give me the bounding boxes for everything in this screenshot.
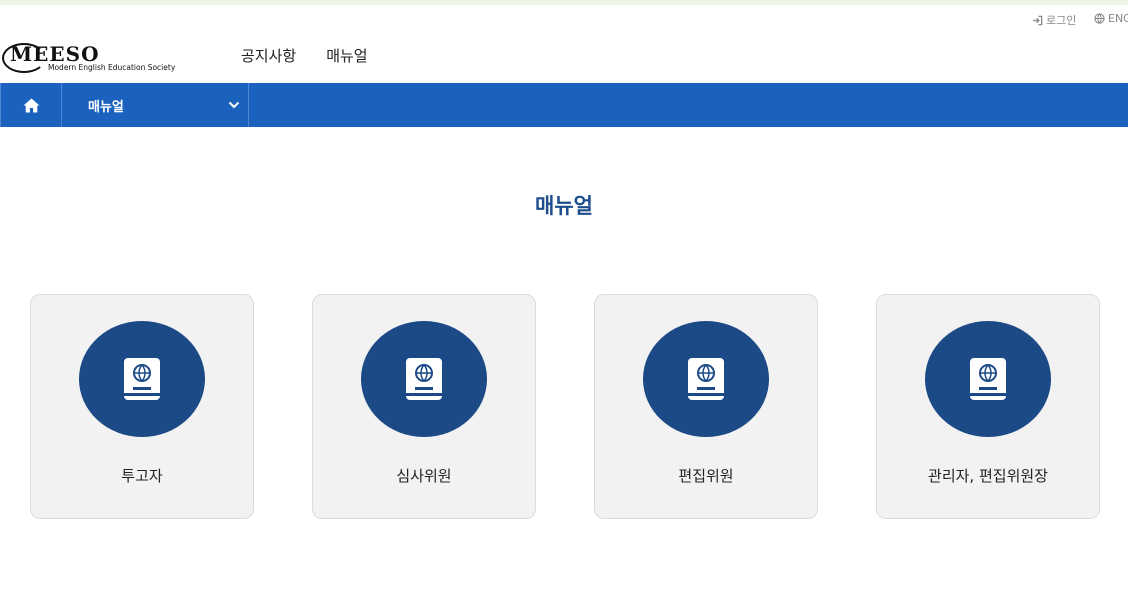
manual-book-icon <box>124 358 160 400</box>
card-label: 투고자 <box>121 467 163 485</box>
logo-subtitle: Modern English Education Society <box>48 63 176 72</box>
card-label: 편집위원 <box>678 467 734 485</box>
card-label: 관리자, 편집위원장 <box>928 467 1048 485</box>
manual-card-editor[interactable]: 편집위원 <box>594 294 818 519</box>
icon-circle <box>79 321 205 437</box>
manual-card-reviewer[interactable]: 심사위원 <box>312 294 536 519</box>
login-icon <box>1032 15 1043 25</box>
manual-book-icon <box>688 358 724 400</box>
card-label: 심사위원 <box>396 467 452 485</box>
home-icon <box>23 98 39 112</box>
home-button[interactable] <box>0 83 62 127</box>
icon-circle <box>925 321 1051 437</box>
breadcrumb-label: 매뉴얼 <box>88 99 124 115</box>
breadcrumb-bar: 매뉴얼 <box>0 83 1128 127</box>
manual-card-admin[interactable]: 관리자, 편집위원장 <box>876 294 1100 519</box>
nav-item-manual[interactable]: 매뉴얼 <box>326 45 367 66</box>
login-link[interactable]: 로그인 <box>1032 12 1076 28</box>
chevron-down-icon <box>228 101 240 109</box>
utility-bar: 로그인 ENG <box>0 5 1128 35</box>
manual-book-icon <box>406 358 442 400</box>
icon-circle <box>361 321 487 437</box>
login-label: 로그인 <box>1046 14 1077 27</box>
main-nav: 공지사항 매뉴얼 <box>241 45 368 66</box>
nav-item-notice[interactable]: 공지사항 <box>241 45 296 66</box>
language-label: ENG <box>1108 12 1128 25</box>
manual-book-icon <box>970 358 1006 400</box>
manual-card-author[interactable]: 투고자 <box>30 294 254 519</box>
globe-icon <box>1094 13 1105 24</box>
icon-circle <box>643 321 769 437</box>
language-link[interactable]: ENG <box>1094 12 1128 25</box>
header: MEESO Modern English Education Society 공… <box>0 35 1128 83</box>
breadcrumb-dropdown[interactable]: 매뉴얼 <box>62 83 249 127</box>
site-logo[interactable]: MEESO Modern English Education Society <box>2 41 176 77</box>
page-title: 매뉴얼 <box>535 194 593 218</box>
